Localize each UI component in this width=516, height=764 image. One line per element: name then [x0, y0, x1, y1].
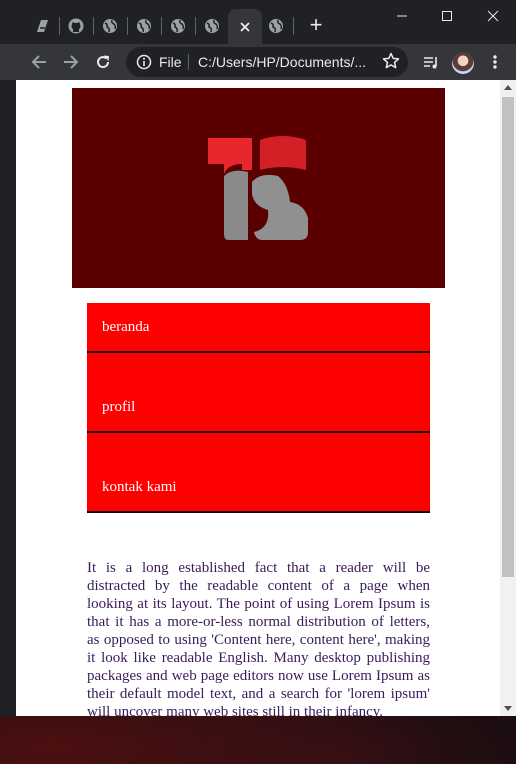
scroll-up-arrow-icon[interactable]	[504, 85, 512, 90]
forward-arrow-icon	[64, 55, 79, 69]
browser-window: + File C:/Users/HP/Documents/... beranda…	[0, 0, 516, 716]
tab-active[interactable]	[228, 9, 262, 44]
globe-icon	[205, 19, 219, 33]
back-button[interactable]	[27, 50, 51, 74]
tab-github[interactable]	[60, 12, 92, 40]
browser-toolbar: File C:/Users/HP/Documents/...	[0, 44, 516, 80]
more-vertical-icon	[493, 55, 497, 69]
browser-menu-button[interactable]	[483, 50, 507, 74]
maximize-icon	[442, 11, 452, 21]
address-bar[interactable]: File C:/Users/HP/Documents/...	[126, 47, 408, 77]
nav-menu: beranda profil kontak kami	[87, 303, 430, 513]
tab-globe-5[interactable]	[260, 12, 292, 40]
menu-item-label: profil	[102, 399, 136, 415]
menu-item-beranda[interactable]: beranda	[87, 303, 430, 353]
address-url[interactable]: C:/Users/HP/Documents/...	[198, 54, 368, 70]
reload-button[interactable]	[91, 50, 115, 74]
menu-item-kontak-kami[interactable]: kontak kami	[87, 433, 430, 513]
header-banner	[72, 88, 445, 288]
scroll-thumb[interactable]	[502, 97, 514, 577]
globe-icon	[103, 19, 117, 33]
profile-avatar[interactable]	[452, 52, 474, 74]
menu-item-profil[interactable]: profil	[87, 353, 430, 433]
tab-globe-3[interactable]	[162, 12, 194, 40]
tab-globe-4[interactable]	[196, 12, 228, 40]
address-divider	[188, 54, 189, 70]
scroll-down-arrow-icon[interactable]	[504, 706, 512, 711]
github-icon	[68, 18, 84, 34]
reload-icon	[97, 55, 110, 69]
minimize-button[interactable]	[379, 0, 425, 32]
globe-icon	[269, 19, 283, 33]
page-scrollbar[interactable]	[500, 80, 516, 716]
window-close-button[interactable]	[470, 0, 516, 32]
maximize-button[interactable]	[424, 0, 470, 32]
tab-globe-1[interactable]	[94, 12, 126, 40]
minimize-icon	[397, 15, 407, 17]
address-scheme: File	[159, 54, 182, 70]
close-icon[interactable]	[239, 21, 251, 33]
menu-item-label: kontak kami	[102, 479, 177, 495]
globe-icon	[171, 19, 185, 33]
bookmark-star-icon[interactable]	[382, 52, 400, 70]
page-viewport: beranda profil kontak kami It is a long …	[16, 80, 500, 716]
tab-globe-2[interactable]	[128, 12, 160, 40]
menu-item-label: beranda	[102, 319, 150, 335]
playlist-icon	[424, 57, 437, 69]
tab-app[interactable]	[26, 12, 58, 40]
body-paragraph: It is a long established fact that a rea…	[87, 560, 430, 716]
globe-icon	[137, 19, 151, 33]
new-tab-button[interactable]: +	[304, 14, 328, 38]
forward-button[interactable]	[59, 50, 83, 74]
tab-strip: +	[0, 0, 516, 44]
info-icon[interactable]	[136, 54, 152, 70]
app-icon	[37, 20, 48, 32]
media-control-button[interactable]	[419, 50, 443, 74]
window-close-icon	[487, 10, 499, 22]
back-arrow-icon	[31, 55, 46, 69]
site-logo	[208, 136, 308, 240]
